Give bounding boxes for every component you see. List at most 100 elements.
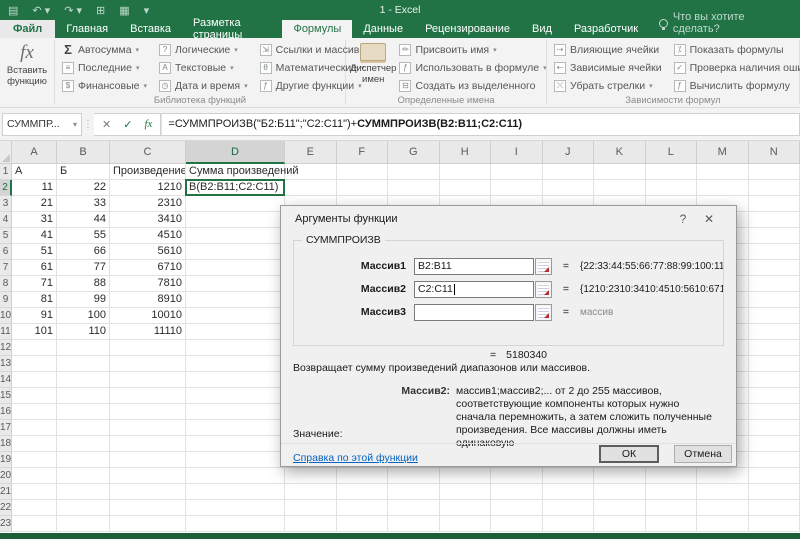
array3-input[interactable] [414,304,534,321]
cell-L23[interactable] [646,516,698,532]
paste-icon[interactable]: ▦ [119,4,129,17]
tab-file[interactable]: Файл [0,20,55,38]
cell-C6[interactable]: 5610 [110,244,186,260]
cell-C9[interactable]: 8910 [110,292,186,308]
cell-B18[interactable] [57,436,110,452]
help-icon[interactable]: ? [670,212,696,226]
cell-K23[interactable] [594,516,646,532]
cell-H1[interactable] [440,164,492,180]
cell-I1[interactable] [491,164,543,180]
library-дата-и-время[interactable]: ◷Дата и время▾ [156,77,251,94]
cell-D17[interactable] [186,420,285,436]
cell-D19[interactable] [186,452,285,468]
redo-icon[interactable]: ↷ ▾ [64,4,82,17]
cell-F22[interactable] [337,500,389,516]
cell-L21[interactable] [646,484,698,500]
cell-I2[interactable] [491,180,543,196]
cell-A5[interactable]: 41 [12,228,57,244]
row-header-6[interactable]: 6 [0,244,12,260]
cell-N19[interactable] [749,452,800,468]
cell-J2[interactable] [543,180,595,196]
row-header-10[interactable]: 10 [0,308,12,324]
column-header-D[interactable]: D [186,141,285,164]
cell-B19[interactable] [57,452,110,468]
column-header-I[interactable]: I [491,141,543,164]
cell-D18[interactable] [186,436,285,452]
cell-D10[interactable] [186,308,285,324]
cell-C2[interactable]: 1210 [110,180,186,196]
row-header-13[interactable]: 13 [0,356,12,372]
column-header-H[interactable]: H [440,141,492,164]
cell-N17[interactable] [749,420,800,436]
cell-A7[interactable]: 61 [12,260,57,276]
column-header-M[interactable]: M [697,141,749,164]
cell-C7[interactable]: 6710 [110,260,186,276]
row-header-11[interactable]: 11 [0,324,12,340]
tab-формулы[interactable]: Формулы [282,20,352,38]
cell-D21[interactable] [186,484,285,500]
cell-C16[interactable] [110,404,186,420]
name-box-splitter[interactable]: ⋮ [82,119,94,130]
row-header-1[interactable]: 1 [0,164,12,180]
cell-A11[interactable]: 101 [12,324,57,340]
cell-E20[interactable] [285,468,337,484]
qat-customize-icon[interactable]: ▾ [144,4,150,17]
cell-B13[interactable] [57,356,110,372]
library-финансовые[interactable]: $Финансовые▾ [59,77,150,94]
cell-C5[interactable]: 4510 [110,228,186,244]
dialog-title-bar[interactable]: Аргументы функции ? ✕ [281,206,736,232]
insert-function-button[interactable]: fx Вставить функцию [4,41,50,87]
cell-G21[interactable] [388,484,440,500]
cell-A12[interactable] [12,340,57,356]
cell-F23[interactable] [337,516,389,532]
select-all-corner[interactable] [0,141,12,164]
cell-G1[interactable] [388,164,440,180]
row-header-7[interactable]: 7 [0,260,12,276]
column-header-F[interactable]: F [337,141,389,164]
cell-D11[interactable] [186,324,285,340]
cell-B20[interactable] [57,468,110,484]
library-логические[interactable]: ?Логические▾ [156,41,251,58]
cell-C11[interactable]: 11110 [110,324,186,340]
cell-J20[interactable] [543,468,595,484]
row-header-18[interactable]: 18 [0,436,12,452]
cell-G2[interactable] [388,180,440,196]
cell-C12[interactable] [110,340,186,356]
insert-function-icon[interactable]: fx [144,118,152,130]
cancel-entry-icon[interactable]: ✕ [102,118,111,131]
tab-рецензирование[interactable]: Рецензирование [414,20,521,38]
cell-B8[interactable]: 88 [57,276,110,292]
column-header-E[interactable]: E [285,141,337,164]
cell-D1[interactable]: Сумма произведений [186,164,285,180]
cell-H21[interactable] [440,484,492,500]
cell-H2[interactable] [440,180,492,196]
tab-разметка-страницы[interactable]: Разметка страницы [182,20,282,38]
cell-A23[interactable] [12,516,57,532]
cell-I21[interactable] [491,484,543,500]
cell-N9[interactable] [749,292,800,308]
cell-I20[interactable] [491,468,543,484]
cell-H20[interactable] [440,468,492,484]
row-header-15[interactable]: 15 [0,388,12,404]
cell-D20[interactable] [186,468,285,484]
cell-F20[interactable] [337,468,389,484]
confirm-entry-icon[interactable]: ✓ [123,118,132,131]
column-header-J[interactable]: J [543,141,595,164]
cell-M21[interactable] [697,484,749,500]
cell-D5[interactable] [186,228,285,244]
cell-N15[interactable] [749,388,800,404]
cell-A6[interactable]: 51 [12,244,57,260]
row-header-4[interactable]: 4 [0,212,12,228]
cell-N21[interactable] [749,484,800,500]
cell-K20[interactable] [594,468,646,484]
audit-вычислить-формулу[interactable]: ƒВычислить формулу [671,77,800,94]
column-header-A[interactable]: A [12,141,57,164]
row-header-8[interactable]: 8 [0,276,12,292]
cell-B9[interactable]: 99 [57,292,110,308]
row-header-9[interactable]: 9 [0,292,12,308]
cell-C19[interactable] [110,452,186,468]
cancel-button[interactable]: Отмена [674,445,732,463]
tell-me-box[interactable]: Что вы хотите сделать? [649,8,800,38]
cell-K2[interactable] [594,180,646,196]
cell-B16[interactable] [57,404,110,420]
